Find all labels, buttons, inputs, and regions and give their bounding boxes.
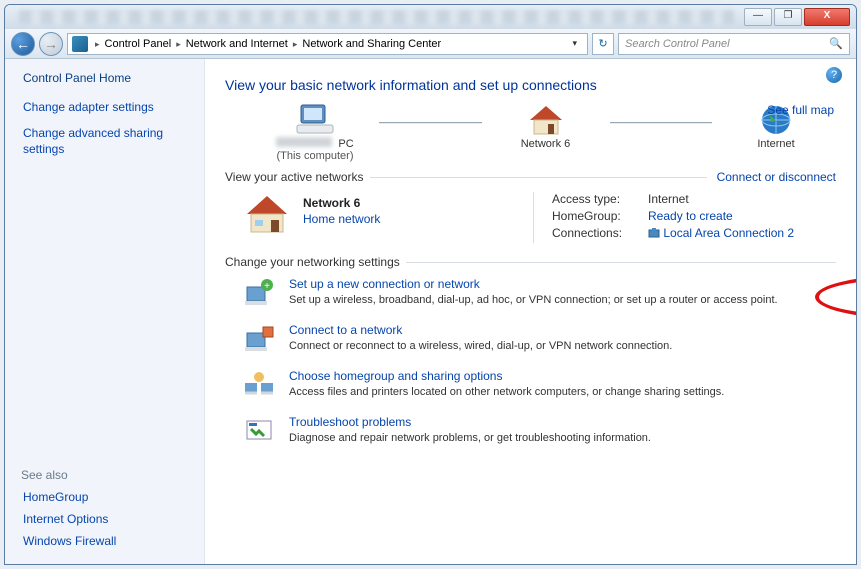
- forward-button[interactable]: →: [39, 32, 63, 56]
- access-type-value: Internet: [648, 192, 689, 206]
- task-homegroup-link[interactable]: Choose homegroup and sharing options: [289, 369, 724, 383]
- node-pc-label: PC: [276, 137, 353, 150]
- active-networks-label: View your active networks: [225, 170, 364, 184]
- control-panel-home-link[interactable]: Control Panel Home: [23, 71, 190, 85]
- task-setup-connection-link[interactable]: Set up a new connection or network: [289, 277, 778, 291]
- connect-network-icon: [243, 323, 275, 355]
- troubleshoot-icon: [243, 415, 275, 447]
- connect-disconnect-link[interactable]: Connect or disconnect: [717, 170, 836, 184]
- task-list: + Set up a new connection or network Set …: [243, 277, 836, 447]
- crumb-network-internet[interactable]: Network and Internet: [184, 38, 290, 50]
- active-network-block: Network 6 Home network Access type:Inter…: [243, 192, 836, 243]
- node-pc-sublabel: (This computer): [276, 150, 353, 162]
- sidebar: Control Panel Home Change adapter settin…: [5, 59, 205, 564]
- crumb-sep: [290, 38, 301, 50]
- ethernet-icon: [648, 227, 660, 239]
- task-setup-connection-desc: Set up a wireless, broadband, dial-up, a…: [289, 293, 778, 308]
- homegroup-label: HomeGroup:: [552, 209, 648, 223]
- task-homegroup-desc: Access files and printers located on oth…: [289, 385, 724, 400]
- page-heading: View your basic network information and …: [225, 77, 836, 93]
- homegroup-icon: [243, 369, 275, 401]
- seealso-internet-options-link[interactable]: Internet Options: [23, 512, 190, 526]
- body: Control Panel Home Change adapter settin…: [5, 59, 856, 564]
- navbar: ← → Control Panel Network and Internet N…: [5, 29, 856, 59]
- setup-connection-icon: +: [243, 277, 275, 309]
- seealso-homegroup-link[interactable]: HomeGroup: [23, 490, 190, 504]
- maximize-button[interactable]: ❐: [774, 8, 802, 26]
- window: — ❐ X ← → Control Panel Network and Inte…: [4, 4, 857, 565]
- titlebar: — ❐ X: [5, 5, 856, 29]
- node-network: Network 6: [486, 104, 606, 162]
- crumb-control-panel[interactable]: Control Panel: [103, 38, 174, 50]
- access-type-label: Access type:: [552, 192, 648, 206]
- crumb-sep: [173, 38, 184, 50]
- address-bar[interactable]: Control Panel Network and Internet Netwo…: [67, 33, 588, 55]
- close-button[interactable]: X: [804, 8, 850, 26]
- control-panel-icon: [72, 36, 88, 52]
- task-connect-network-desc: Connect or reconnect to a wireless, wire…: [289, 339, 672, 354]
- crumb-sep: [92, 38, 103, 50]
- home-network-icon: [243, 192, 291, 236]
- task-connect-network-link[interactable]: Connect to a network: [289, 323, 672, 337]
- task-setup-connection: + Set up a new connection or network Set …: [243, 277, 836, 309]
- main-content: ? View your basic network information an…: [205, 59, 856, 564]
- local-area-connection-link[interactable]: Local Area Connection 2: [648, 226, 794, 240]
- change-settings-section: Change your networking settings: [225, 255, 836, 269]
- active-networks-section: View your active networks Connect or dis…: [225, 170, 836, 184]
- task-troubleshoot: Troubleshoot problems Diagnose and repair…: [243, 415, 836, 447]
- crumb-sharing-center[interactable]: Network and Sharing Center: [300, 38, 443, 50]
- node-internet-label: Internet: [757, 138, 794, 150]
- task-troubleshoot-link[interactable]: Troubleshoot problems: [289, 415, 651, 429]
- task-troubleshoot-desc: Diagnose and repair network problems, or…: [289, 431, 651, 446]
- search-box[interactable]: Search Control Panel 🔍: [618, 33, 850, 55]
- active-network-details: Access type:Internet HomeGroup:Ready to …: [533, 192, 836, 243]
- map-link-line: [379, 122, 482, 124]
- homegroup-ready-link[interactable]: Ready to create: [648, 209, 733, 223]
- task-homegroup: Choose homegroup and sharing options Acce…: [243, 369, 836, 401]
- change-adapter-link[interactable]: Change adapter settings: [23, 99, 190, 115]
- active-network-name: Network 6: [303, 196, 380, 210]
- search-icon: 🔍: [829, 37, 843, 50]
- change-advanced-sharing-link[interactable]: Change advanced sharing settings: [23, 125, 190, 157]
- address-dropdown[interactable]: ▾: [566, 38, 583, 49]
- node-this-pc: PC (This computer): [255, 103, 375, 162]
- minimize-button[interactable]: —: [744, 8, 772, 26]
- help-icon[interactable]: ?: [826, 67, 842, 83]
- network-map: PC (This computer) Network 6 Internet: [255, 103, 836, 162]
- active-network-type-link[interactable]: Home network: [303, 212, 380, 226]
- connections-label: Connections:: [552, 226, 648, 240]
- house-icon: [526, 104, 566, 138]
- change-settings-label: Change your networking settings: [225, 255, 400, 269]
- node-network-label: Network 6: [521, 138, 571, 150]
- seealso-windows-firewall-link[interactable]: Windows Firewall: [23, 534, 190, 548]
- svg-text:+: +: [264, 281, 270, 292]
- computer-icon: [295, 103, 335, 137]
- see-also-heading: See also: [21, 468, 190, 482]
- window-title-blurred: [19, 10, 734, 24]
- task-connect-network: Connect to a network Connect or reconnect…: [243, 323, 836, 355]
- map-link-line: [610, 122, 713, 124]
- refresh-button[interactable]: ↻: [592, 33, 614, 55]
- see-full-map-link[interactable]: See full map: [767, 103, 834, 117]
- back-button[interactable]: ←: [11, 32, 35, 56]
- search-placeholder: Search Control Panel: [625, 38, 730, 50]
